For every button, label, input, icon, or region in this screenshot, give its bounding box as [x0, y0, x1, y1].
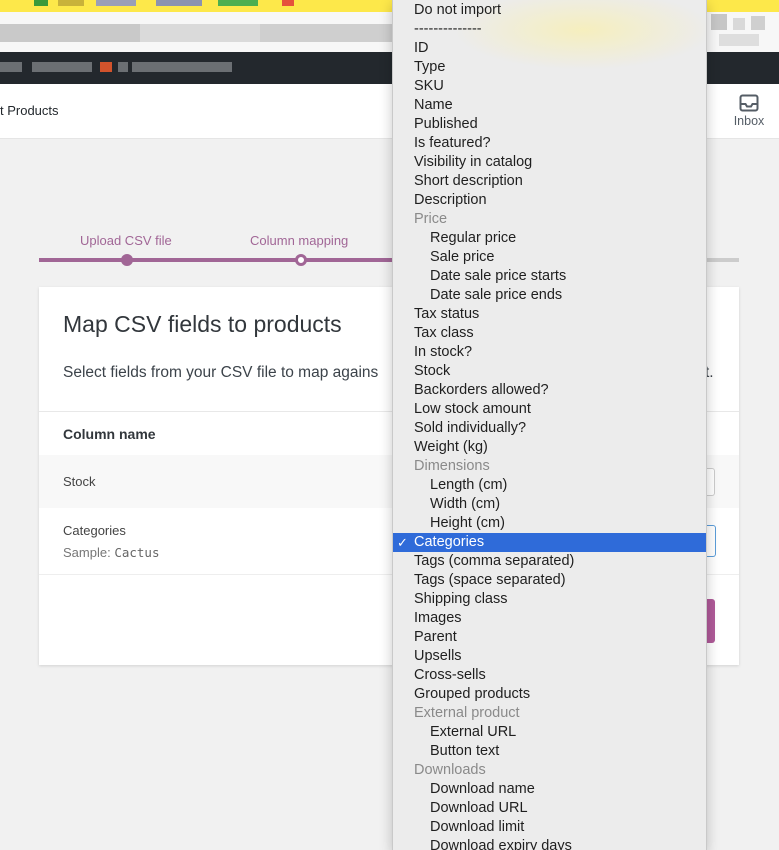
column-name-header: Column name	[63, 426, 156, 442]
page-title: t Products	[0, 103, 59, 118]
dropdown-option[interactable]: Download expiry days	[393, 837, 706, 850]
dropdown-option[interactable]: Cross-sells	[393, 666, 706, 685]
dropdown-option[interactable]: Images	[393, 609, 706, 628]
dropdown-option[interactable]: ID	[393, 39, 706, 58]
bookmark-icon[interactable]	[282, 0, 294, 6]
dropdown-option[interactable]: SKU	[393, 77, 706, 96]
field-mapping-dropdown[interactable]: Do not import -------------- ID Type SKU Name…	[392, 0, 707, 850]
dropdown-option[interactable]: Date sale price starts	[393, 267, 706, 286]
dropdown-option[interactable]: Shipping class	[393, 590, 706, 609]
dropdown-option[interactable]: Weight (kg)	[393, 438, 706, 457]
dropdown-option[interactable]: Do not import	[393, 1, 706, 20]
step-dot-current	[295, 254, 307, 266]
bookmark-icon[interactable]	[58, 0, 84, 6]
dropdown-option[interactable]: Download URL	[393, 799, 706, 818]
browser-toolbar-icons	[707, 0, 779, 52]
dropdown-option[interactable]: Upsells	[393, 647, 706, 666]
dropdown-optgroup: Dimensions	[414, 458, 490, 474]
dropdown-option[interactable]: Parent	[393, 628, 706, 647]
dropdown-option[interactable]: Description	[393, 191, 706, 210]
column-name-stock: Stock	[63, 474, 96, 489]
dropdown-option[interactable]: Tax status	[393, 305, 706, 324]
dropdown-option[interactable]: Is featured?	[393, 134, 706, 153]
card-title: Map CSV fields to products	[63, 311, 342, 337]
bookmark-icon[interactable]	[218, 0, 258, 6]
dropdown-option[interactable]: Short description	[393, 172, 706, 191]
steps-progress-line	[39, 258, 392, 262]
dropdown-option-label: Categories	[414, 534, 485, 550]
dropdown-option[interactable]: Tags (space separated)	[393, 571, 706, 590]
dropdown-optgroup: Price	[414, 211, 448, 227]
sample-label: Sample:	[63, 545, 111, 560]
bookmark-icon[interactable]	[34, 0, 48, 6]
dropdown-option[interactable]: Download limit	[393, 818, 706, 837]
card-description: Select fields from your CSV file to map …	[63, 364, 379, 381]
dropdown-optgroup: Downloads	[414, 762, 486, 778]
dropdown-option[interactable]: Sold individually?	[393, 419, 706, 438]
dropdown-option[interactable]: Visibility in catalog	[393, 153, 706, 172]
step-dot-done	[121, 254, 133, 266]
dropdown-option[interactable]: Grouped products	[393, 685, 706, 704]
dropdown-option[interactable]: Download name	[393, 780, 706, 799]
dropdown-option[interactable]: Backorders allowed?	[393, 381, 706, 400]
dropdown-option[interactable]: Type	[393, 58, 706, 77]
checkmark-icon: ✓	[397, 535, 408, 550]
dropdown-option[interactable]: Width (cm)	[393, 495, 706, 514]
dropdown-option[interactable]: Published	[393, 115, 706, 134]
step-column-mapping: Column mapping	[250, 233, 349, 248]
dropdown-option[interactable]: External URL	[393, 723, 706, 742]
dropdown-option[interactable]: Regular price	[393, 229, 706, 248]
bookmark-icon[interactable]	[96, 0, 136, 6]
dropdown-option[interactable]: Stock	[393, 362, 706, 381]
sample-value: Cactus	[114, 545, 160, 560]
dropdown-option[interactable]: --------------	[393, 20, 706, 39]
inbox-label: Inbox	[733, 114, 765, 128]
dropdown-option[interactable]: Sale price	[393, 248, 706, 267]
step-upload-csv: Upload CSV file	[80, 233, 172, 248]
dropdown-option[interactable]: Height (cm)	[393, 514, 706, 533]
column-name-categories: Categories	[63, 523, 126, 538]
dropdown-option[interactable]: Button text	[393, 742, 706, 761]
inbox-icon	[739, 94, 759, 112]
dropdown-option[interactable]: Low stock amount	[393, 400, 706, 419]
dropdown-option[interactable]: Tax class	[393, 324, 706, 343]
dropdown-option[interactable]: Tags (comma separated)	[393, 552, 706, 571]
dropdown-option[interactable]: Length (cm)	[393, 476, 706, 495]
dropdown-option[interactable]: In stock?	[393, 343, 706, 362]
inbox-button[interactable]: Inbox	[731, 92, 767, 128]
bookmark-icon[interactable]	[156, 0, 202, 6]
dropdown-optgroup: External product	[414, 705, 520, 721]
dropdown-option[interactable]: Date sale price ends	[393, 286, 706, 305]
dropdown-option[interactable]: ✓ Categories	[393, 533, 706, 552]
dropdown-option[interactable]: Name	[393, 96, 706, 115]
column-sample: Sample: Cactus	[63, 545, 159, 560]
